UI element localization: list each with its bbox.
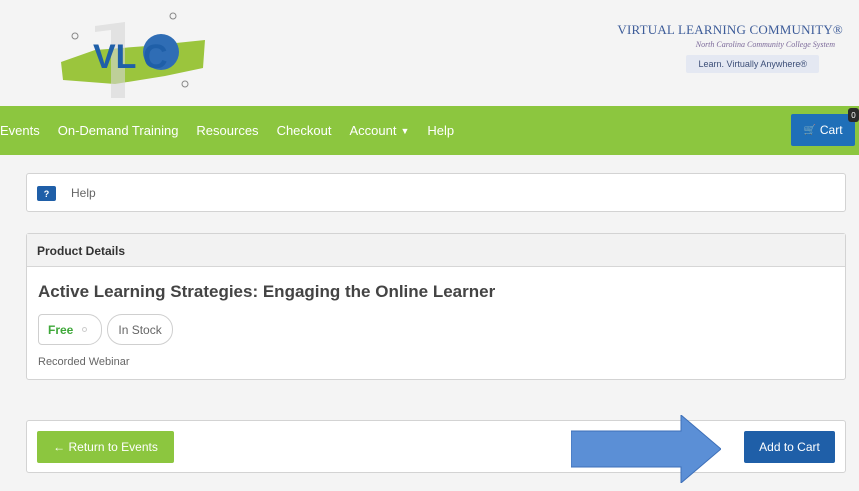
- cart-count-badge: 0: [848, 108, 859, 122]
- main-nav: Events On-Demand Training Resources Chec…: [0, 106, 859, 155]
- product-tags: Free In Stock: [38, 314, 173, 345]
- cart-icon: 🛒: [803, 124, 816, 136]
- brand-block: VIRTUAL LEARNING COMMUNITY® North Caroli…: [603, 22, 843, 73]
- vlc-logo[interactable]: VL C: [55, 6, 215, 102]
- stock-tag: In Stock: [107, 314, 173, 345]
- tag-hole-icon: [82, 327, 88, 332]
- product-title: Active Learning Strategies: Engaging the…: [38, 282, 496, 301]
- nav-item-account[interactable]: Account ▼: [349, 123, 409, 138]
- action-panel: ← Return to Events Add to Cart: [26, 420, 846, 473]
- product-panel-title: Product Details: [27, 234, 845, 267]
- annotation-arrow-icon: [571, 415, 721, 483]
- cart-button[interactable]: 🛒 Cart 0: [791, 108, 859, 146]
- nav-item-help[interactable]: Help: [427, 123, 454, 138]
- product-details-panel: Product Details Active Learning Strategi…: [26, 233, 846, 380]
- nav-item-checkout[interactable]: Checkout: [277, 123, 332, 138]
- nav-item-on-demand-training[interactable]: On-Demand Training: [58, 123, 179, 138]
- nav-item-account-label: Account: [349, 123, 397, 138]
- nav-items: Events On-Demand Training Resources Chec…: [0, 106, 454, 155]
- help-panel: ? Help: [26, 173, 846, 212]
- product-type: Recorded Webinar: [38, 356, 130, 368]
- brand-subtitle: North Carolina Community College System: [695, 40, 835, 49]
- price-tag: Free: [38, 314, 103, 345]
- svg-text:C: C: [143, 38, 168, 76]
- cart-label: Cart: [819, 123, 843, 137]
- brand-tagline: Learn. Virtually Anywhere®: [686, 55, 819, 73]
- return-to-events-button[interactable]: ← Return to Events: [37, 431, 174, 463]
- brand-title: VIRTUAL LEARNING COMMUNITY®: [617, 22, 843, 37]
- svg-text:VL: VL: [93, 38, 136, 76]
- price-tag-label: Free: [48, 322, 74, 337]
- add-to-cart-button[interactable]: Add to Cart: [744, 431, 835, 463]
- caret-down-icon: ▼: [400, 126, 410, 136]
- site-header: VL C VIRTUAL LEARNING COMMUNITY® North C…: [0, 0, 859, 106]
- nav-item-resources[interactable]: Resources: [196, 123, 258, 138]
- help-icon[interactable]: ?: [37, 186, 56, 201]
- help-link[interactable]: Help: [71, 186, 96, 200]
- nav-item-events[interactable]: Events: [0, 123, 40, 138]
